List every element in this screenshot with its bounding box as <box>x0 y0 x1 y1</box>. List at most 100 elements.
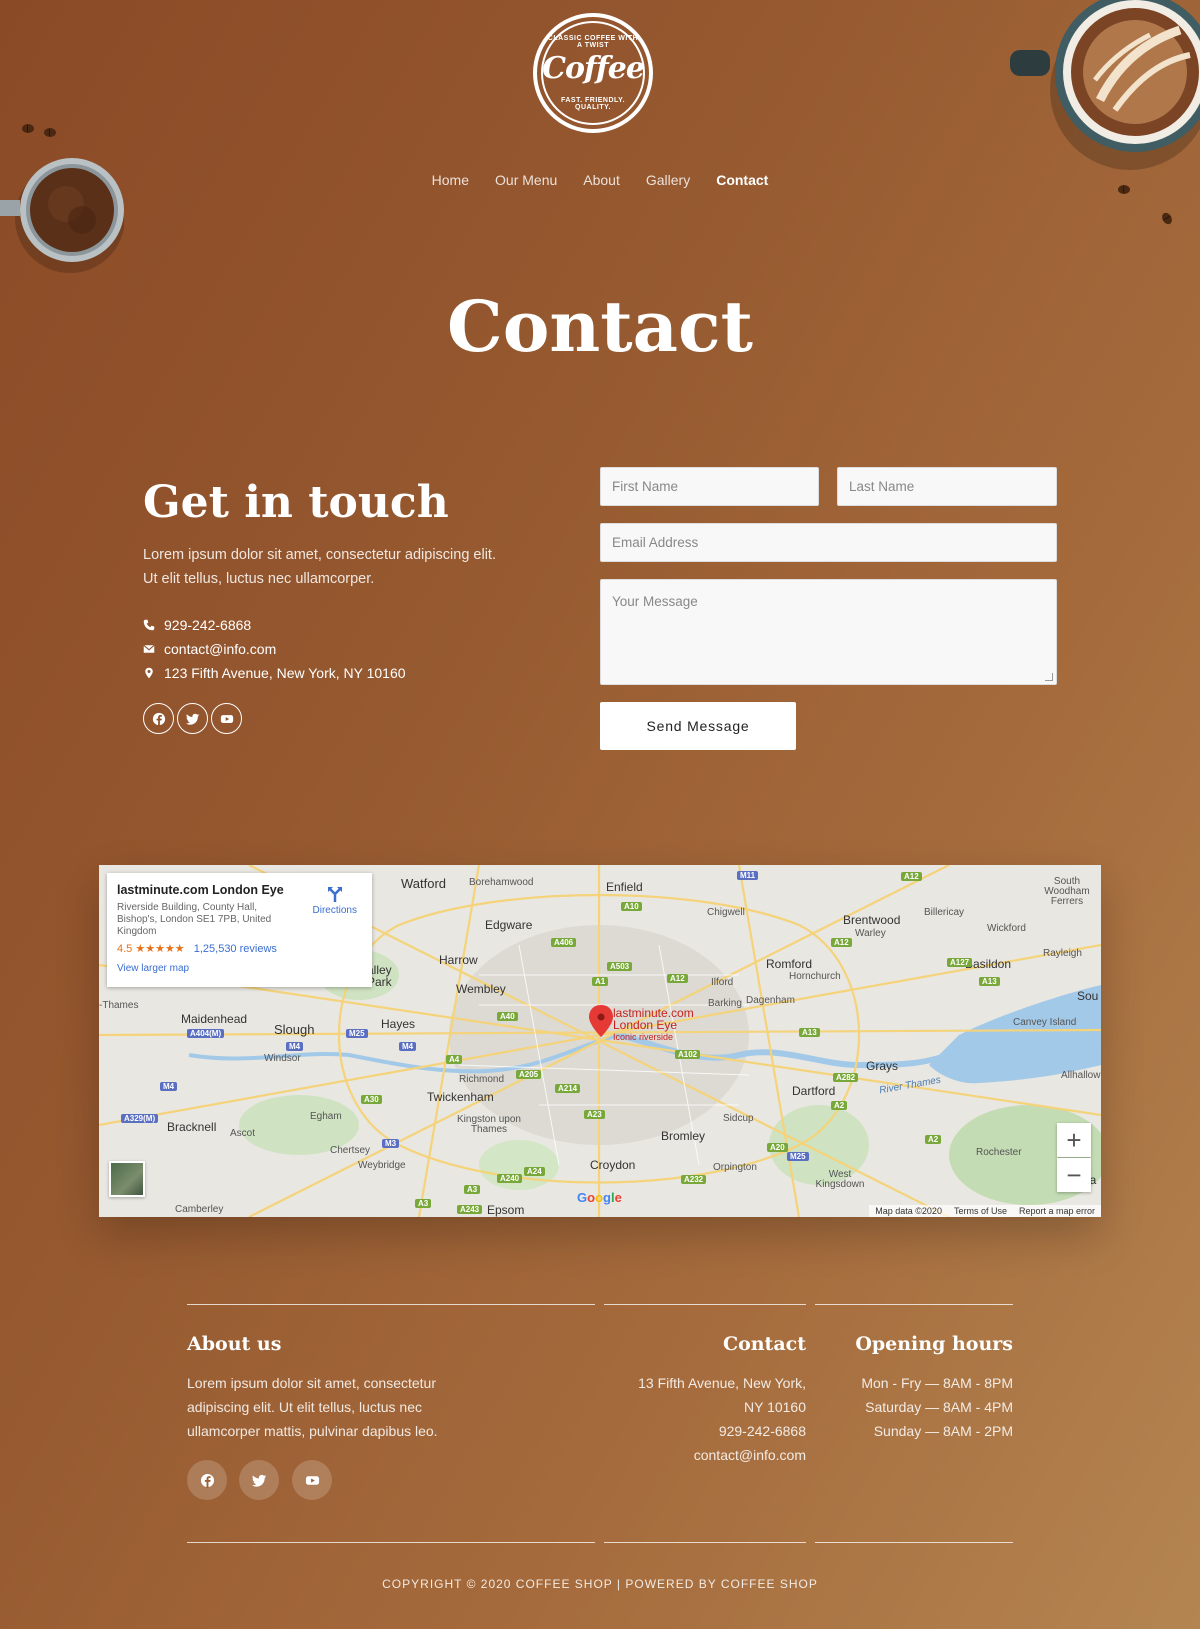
road-shield: A13 <box>979 977 1000 986</box>
contact-social-links <box>143 703 242 734</box>
road-shield: A127 <box>947 958 973 967</box>
road-shield: A3 <box>464 1185 481 1194</box>
road-shield: A10 <box>621 902 642 911</box>
map-place-label: Rayleigh <box>1043 948 1082 959</box>
last-name-input[interactable]: Last Name <box>837 467 1057 506</box>
footer-phone[interactable]: 929-242-6868 <box>604 1419 806 1443</box>
contact-email[interactable]: contact@info.com <box>143 641 276 657</box>
logo-top-text: CLASSIC COFFEE WITH A TWIST <box>547 35 639 49</box>
google-map[interactable]: Watford Borehamwood Enfield Chigwell Bre… <box>99 865 1101 1217</box>
youtube-link[interactable] <box>211 703 242 734</box>
map-place-label: Croydon <box>590 1158 636 1172</box>
view-larger-map-link[interactable]: View larger map <box>117 963 362 974</box>
map-place-label: Ascot <box>230 1128 256 1139</box>
directions-button[interactable]: Directions <box>313 885 357 916</box>
footer-divider <box>815 1304 1013 1305</box>
road-shield: A30 <box>361 1095 382 1104</box>
satellite-toggle[interactable] <box>109 1161 145 1197</box>
star-icon: ★★★★★ <box>135 943 185 955</box>
road-shield: A205 <box>516 1070 542 1079</box>
road-shield: A40 <box>497 1012 518 1021</box>
report-error-link[interactable]: Report a map error <box>1019 1206 1095 1216</box>
contact-phone[interactable]: 929-242-6868 <box>143 617 251 633</box>
road-shield: M4 <box>399 1042 417 1051</box>
footer-divider <box>187 1304 595 1305</box>
road-shield: A3 <box>415 1199 432 1208</box>
footer-divider <box>604 1542 806 1543</box>
email-input[interactable]: Email Address <box>600 523 1057 562</box>
road-shield: A4 <box>446 1055 463 1064</box>
road-shield: A2 <box>925 1135 942 1144</box>
road-shield: A243 <box>457 1205 483 1214</box>
map-place-label: Brentwood <box>843 913 901 927</box>
road-shield: A240 <box>497 1174 523 1183</box>
main-nav: Home Our Menu About Gallery Contact <box>0 172 1200 188</box>
map-place-label: Richmond <box>459 1074 505 1085</box>
site-logo[interactable]: CLASSIC COFFEE WITH A TWIST Coffee FAST.… <box>533 13 653 133</box>
map-pin-label[interactable]: lastminute.com London Eye Iconic riversi… <box>613 1007 694 1043</box>
hours-weekdays: Mon - Fry — 8AM - 8PM <box>861 1375 1013 1391</box>
twitter-link[interactable] <box>177 703 208 734</box>
road-shield: A24 <box>524 1167 545 1176</box>
rating-value: 4.5 <box>117 943 133 955</box>
resize-handle[interactable] <box>1045 673 1053 681</box>
message-placeholder: Your Message <box>612 594 698 609</box>
map-place-label: Hayes <box>381 1017 416 1031</box>
hours-saturday: Saturday — 8AM - 4PM <box>865 1399 1013 1415</box>
map-place-label: Enfield <box>606 880 643 894</box>
contact-address-text: 123 Fifth Avenue, New York, NY 10160 <box>164 665 406 681</box>
road-shield: A1 <box>592 977 609 986</box>
road-shield: A12 <box>667 974 688 983</box>
map-place-label: South Woodham Ferrers <box>1044 876 1090 907</box>
map-place-label: Dartford <box>792 1084 836 1098</box>
first-name-input[interactable]: First Name <box>600 467 819 506</box>
nav-item-contact[interactable]: Contact <box>716 172 768 188</box>
page-title: Contact <box>447 285 753 368</box>
road-shield: A214 <box>555 1084 581 1093</box>
map-card-address: Riverside Building, County Hall, Bishop'… <box>117 902 272 937</box>
map-attribution: Map data ©2020 Terms of Use Report a map… <box>869 1205 1101 1217</box>
facebook-icon <box>200 1473 214 1488</box>
map-place-label: Dagenham <box>746 995 795 1006</box>
map-place-label: Edgware <box>485 918 533 932</box>
road-shield: A2 <box>831 1101 848 1110</box>
youtube-icon <box>220 714 233 723</box>
directions-icon <box>327 887 342 902</box>
hours-sunday: Sunday — 8AM - 2PM <box>873 1423 1013 1439</box>
nav-item-gallery[interactable]: Gallery <box>646 172 690 188</box>
footer-about-text: Lorem ipsum dolor sit amet, consectetur … <box>187 1375 438 1439</box>
map-place-label: Harrow <box>439 953 478 967</box>
nav-item-our-menu[interactable]: Our Menu <box>495 172 557 188</box>
map-place-label: -Thames <box>99 1000 139 1011</box>
footer-facebook-link[interactable] <box>187 1460 227 1500</box>
message-textarea[interactable]: Your Message <box>600 579 1057 685</box>
terms-link[interactable]: Terms of Use <box>954 1206 1007 1216</box>
zoom-in-button[interactable]: + <box>1057 1123 1091 1157</box>
copyright-text: COPYRIGHT © 2020 COFFEE SHOP | POWERED B… <box>382 1577 818 1591</box>
road-shield: A102 <box>675 1050 701 1059</box>
map-place-label: Bracknell <box>167 1120 217 1134</box>
facebook-link[interactable] <box>143 703 174 734</box>
nav-item-home[interactable]: Home <box>432 172 469 188</box>
map-place-label: Weybridge <box>358 1160 406 1171</box>
footer-youtube-link[interactable] <box>292 1460 332 1500</box>
footer-contact-heading: Contact <box>722 1333 806 1355</box>
footer-contact-block: 13 Fifth Avenue, New York, NY 10160 929-… <box>604 1371 806 1467</box>
road-shield: A232 <box>681 1175 707 1184</box>
reviews-link[interactable]: 1,25,530 reviews <box>194 943 277 955</box>
map-place-label: Barking <box>708 998 742 1009</box>
nav-item-about[interactable]: About <box>583 172 620 188</box>
google-logo: Google <box>577 1190 622 1205</box>
map-place-label: Allhallow <box>1061 1070 1101 1081</box>
zoom-out-button[interactable]: − <box>1057 1158 1091 1192</box>
send-message-button[interactable]: Send Message <box>600 702 796 750</box>
youtube-icon <box>305 1475 319 1485</box>
map-place-label: Kingston upon Thames <box>457 1114 521 1135</box>
portafilter-image <box>0 158 124 273</box>
map-place-label: Chigwell <box>707 907 745 918</box>
footer-twitter-link[interactable] <box>239 1460 279 1500</box>
logo-word: Coffee <box>542 51 645 86</box>
road-shield: A282 <box>833 1073 859 1082</box>
footer-email[interactable]: contact@info.com <box>604 1443 806 1467</box>
map-place-label: Twickenham <box>427 1090 494 1104</box>
